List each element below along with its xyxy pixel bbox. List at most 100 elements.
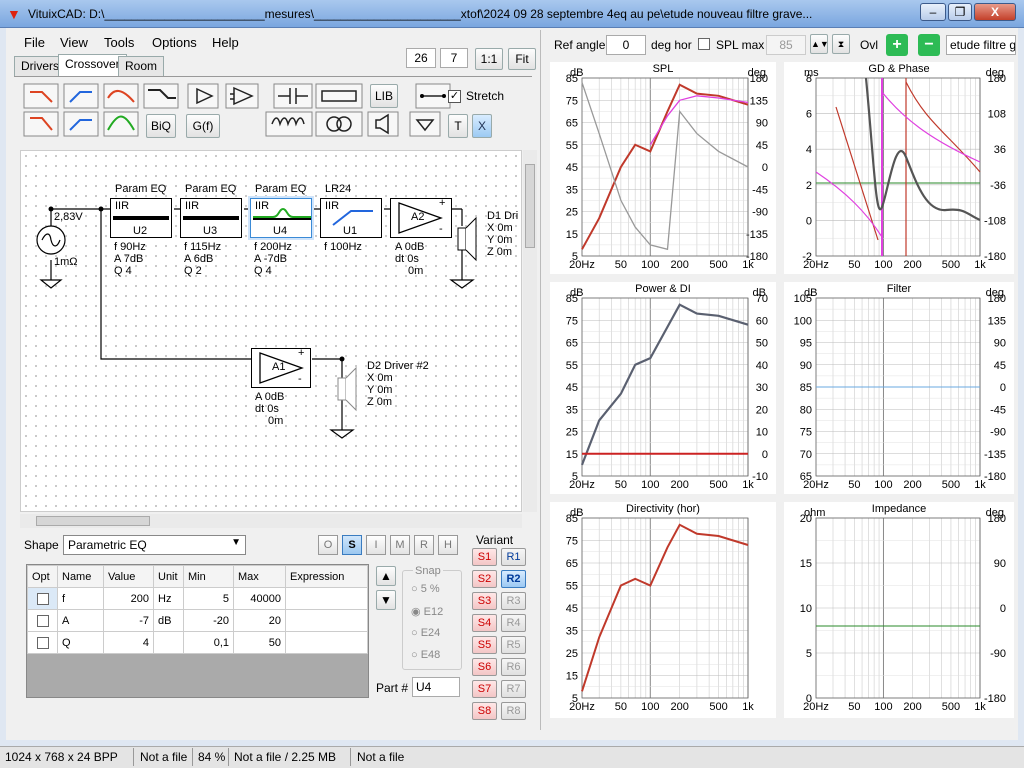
menu-view[interactable]: View [60,35,88,50]
table-row[interactable]: f 200 Hz 5 40000 [27,587,368,610]
grid-width-field[interactable]: 26 [406,48,436,68]
peak-tool[interactable] [103,111,139,137]
opt-checkbox[interactable] [36,592,49,605]
block-u2[interactable]: IIR U2 [110,198,172,238]
shape-select[interactable]: Parametric EQ ▼ [63,535,246,555]
move-down-button[interactable]: ▼ [376,590,396,610]
variant-s2-button[interactable]: S2 [472,570,497,588]
text-tool[interactable]: T [448,114,468,138]
gain-tool[interactable] [187,83,219,109]
variant-r8-button[interactable]: R8 [501,702,526,720]
spl-max-field[interactable]: 85 [766,35,806,55]
variant-r6-button[interactable]: R6 [501,658,526,676]
move-up-button[interactable]: ▲ [376,566,396,586]
opt-checkbox[interactable] [36,636,49,649]
minimize-button[interactable]: – [920,3,946,21]
zoom-1to1-button[interactable]: 1:1 [475,48,503,70]
shape-m-button[interactable]: M [390,535,410,555]
resistor-tool[interactable] [315,83,363,109]
snap-e24-radio[interactable]: ○ E24 [411,627,440,639]
row-expression[interactable] [285,587,368,610]
canvas-hscroll-thumb[interactable] [36,516,150,526]
block-u1[interactable]: IIR U1 [320,198,382,238]
part-field[interactable]: U4 [412,677,460,697]
transformer-tool[interactable] [315,111,363,137]
driver-1-symbol[interactable] [457,216,477,262]
amp-a1[interactable]: A1 + - [251,347,311,388]
snap-e12-radio[interactable]: ◉ E12 [411,605,443,618]
variant-s7-button[interactable]: S7 [472,680,497,698]
variant-r1-button[interactable]: R1 [501,548,526,566]
snap-5pct-radio[interactable]: ○ 5 % [411,583,440,595]
inductor-tool[interactable] [265,111,313,137]
tab-crossover[interactable]: Crossover [58,54,127,76]
variant-r5-button[interactable]: R5 [501,636,526,654]
row-value[interactable]: 200 [103,587,154,610]
spl-spin-icon[interactable]: ▲▼ [810,34,829,54]
shape-s-button[interactable]: S [342,535,362,555]
block-u4-selected[interactable]: IIR U4 [250,198,312,238]
variant-s3-button[interactable]: S3 [472,592,497,610]
gf-tool[interactable]: G(f) [186,114,220,138]
lowpass-tool[interactable] [23,83,59,109]
wire-tool[interactable] [415,83,451,109]
row-max[interactable]: 20 [233,609,286,632]
variant-s4-button[interactable]: S4 [472,614,497,632]
row-expression[interactable] [285,631,368,654]
remove-overlay-icon[interactable]: − [918,34,940,56]
canvas-vscroll-thumb[interactable] [525,164,535,248]
library-button[interactable]: LIB [370,84,398,108]
menu-options[interactable]: Options [152,35,197,50]
block-u3[interactable]: IIR U3 [180,198,242,238]
amp-a2[interactable]: A2 + - [390,197,452,238]
lowpass-2-tool[interactable] [23,111,59,137]
snap-e48-radio[interactable]: ○ E48 [411,649,440,661]
row-min[interactable]: 5 [183,587,234,610]
ground-tool[interactable] [409,111,441,137]
variant-r7-button[interactable]: R7 [501,680,526,698]
shape-h-button[interactable]: H [438,535,458,555]
row-value[interactable]: 4 [103,631,154,654]
biquad-tool[interactable]: BiQ [146,114,176,138]
menu-help[interactable]: Help [212,35,239,50]
shape-o-button[interactable]: O [318,535,338,555]
capacitor-tool[interactable] [273,83,313,109]
row-min[interactable]: -20 [183,609,234,632]
variant-s5-button[interactable]: S5 [472,636,497,654]
highpass-2-tool[interactable] [63,111,99,137]
row-max[interactable]: 50 [233,631,286,654]
menu-file[interactable]: File [24,35,45,50]
variant-s6-button[interactable]: S6 [472,658,497,676]
table-row[interactable]: A -7 dB -20 20 [27,609,368,632]
variant-s1-button[interactable]: S1 [472,548,497,566]
delete-tool[interactable]: X [472,114,492,138]
opt-checkbox[interactable] [36,614,49,627]
parameter-table[interactable]: Opt Name Value Unit Min Max Expression f… [26,564,369,698]
shape-i-button[interactable]: I [366,535,386,555]
variant-r3-button[interactable]: R3 [501,592,526,610]
menu-tools[interactable]: Tools [104,35,134,50]
opamp-tool[interactable] [225,83,259,109]
row-max[interactable]: 40000 [233,587,286,610]
overlay-project-field[interactable]: etude filtre gra [946,35,1016,55]
close-button[interactable]: X [974,3,1016,21]
fit-button[interactable]: Fit [508,48,536,70]
add-overlay-icon[interactable]: + [886,34,908,56]
variant-s8-button[interactable]: S8 [472,702,497,720]
shelf-tool[interactable] [143,83,179,109]
tab-room[interactable]: Room [118,56,165,76]
shape-r-button[interactable]: R [414,535,434,555]
spl-max-checkbox[interactable] [698,38,710,50]
row-min[interactable]: 0,1 [183,631,234,654]
spl-reset-icon[interactable]: ⧗ [832,34,850,54]
stretch-checkbox[interactable]: ✓ [448,90,461,103]
ref-angle-field[interactable]: 0 [606,35,646,55]
maximize-button[interactable]: ❐ [948,3,972,21]
row-expression[interactable] [285,609,368,632]
bandpass-tool[interactable] [103,83,139,109]
speaker-tool[interactable] [367,111,399,137]
variant-r2-button[interactable]: R2 [501,570,526,588]
variant-r4-button[interactable]: R4 [501,614,526,632]
driver-2-symbol[interactable] [337,366,357,412]
row-value[interactable]: -7 [103,609,154,632]
